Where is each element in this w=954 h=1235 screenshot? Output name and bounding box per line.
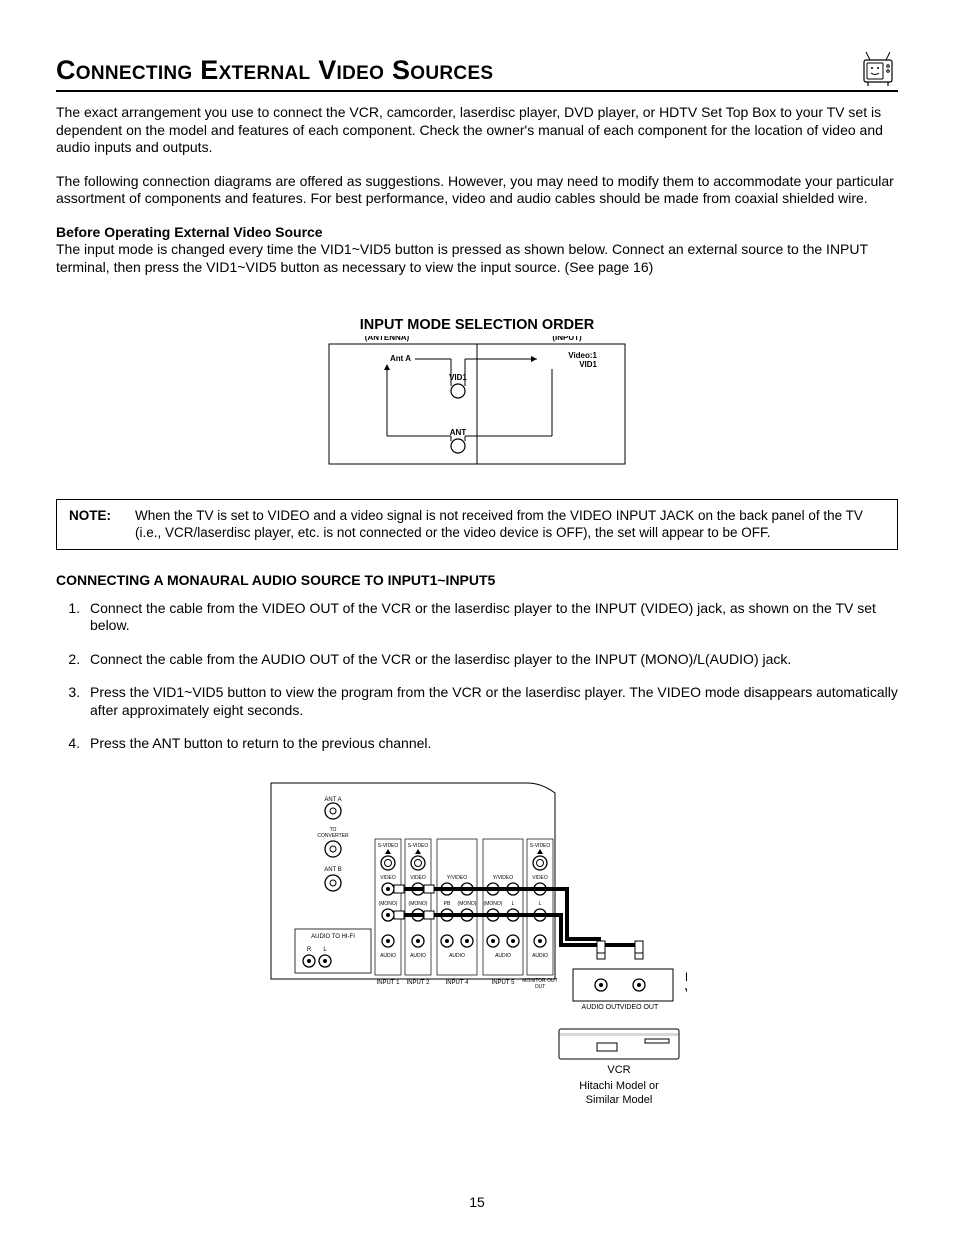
svg-text:Video:1: Video:1 [568, 351, 597, 360]
svg-text:(MONO): (MONO) [379, 901, 398, 907]
svg-text:L: L [323, 947, 327, 953]
step-1: Connect the cable from the VIDEO OUT of … [84, 600, 898, 635]
svg-text:VIDEO OUT: VIDEO OUT [620, 1004, 659, 1011]
svg-text:Y/VIDEO: Y/VIDEO [447, 875, 467, 881]
svg-text:L: L [539, 901, 542, 907]
monaural-heading: CONNECTING A MONAURAL AUDIO SOURCE TO IN… [56, 572, 898, 590]
svg-text:(INPUT): (INPUT) [552, 336, 582, 342]
svg-text:AUDIO: AUDIO [410, 953, 426, 959]
svg-text:(MONO): (MONO) [409, 901, 428, 907]
intro-paragraph-2: The following connection diagrams are of… [56, 173, 898, 208]
step-3: Press the VID1~VID5 button to view the p… [84, 684, 898, 719]
svg-text:ANT A: ANT A [324, 797, 341, 803]
svg-text:INPUT 5: INPUT 5 [492, 980, 516, 986]
svg-text:R: R [307, 947, 312, 953]
note-label: NOTE: [69, 508, 135, 542]
before-operating-heading: Before Operating External Video Source [56, 224, 898, 242]
svg-text:OUT: OUT [535, 984, 546, 990]
note-box: NOTE: When the TV is set to VIDEO and a … [56, 499, 898, 551]
svg-text:S-VIDEO: S-VIDEO [408, 843, 429, 849]
svg-text:S-VIDEO: S-VIDEO [378, 843, 399, 849]
step-4: Press the ANT button to return to the pr… [84, 735, 898, 753]
before-operating-text: The input mode is changed every time the… [56, 241, 898, 276]
svg-text:INPUT 2: INPUT 2 [407, 980, 431, 986]
svg-text:VIDEO: VIDEO [410, 875, 426, 881]
note-text: When the TV is set to VIDEO and a video … [135, 508, 885, 542]
svg-text:PB: PB [444, 901, 451, 907]
svg-text:AUDIO: AUDIO [495, 953, 511, 959]
svg-text:INPUT 1: INPUT 1 [377, 980, 401, 986]
tv-character-icon [858, 48, 898, 88]
svg-text:VCR: VCR [685, 985, 687, 1000]
step-2: Connect the cable from the AUDIO OUT of … [84, 651, 898, 669]
svg-text:CONVERTER: CONVERTER [317, 833, 349, 839]
svg-text:Y/VIDEO: Y/VIDEO [493, 875, 513, 881]
svg-text:(MONO): (MONO) [484, 901, 503, 907]
svg-text:Ant A: Ant A [390, 354, 411, 363]
svg-text:AUDIO: AUDIO [380, 953, 396, 959]
svg-text:VID1: VID1 [579, 360, 597, 369]
svg-text:(ANTENNA): (ANTENNA) [365, 336, 410, 342]
svg-text:AUDIO: AUDIO [532, 953, 548, 959]
svg-text:VCR: VCR [607, 1064, 630, 1076]
svg-text:Hitachi Model or: Hitachi Model or [579, 1080, 659, 1092]
svg-text:(MONO): (MONO) [458, 901, 477, 907]
svg-text:INPUT 4: INPUT 4 [446, 980, 470, 986]
page-number: 15 [0, 1194, 954, 1212]
svg-text:AUDIO OUT: AUDIO OUT [582, 1004, 622, 1011]
page-title: Connecting External Video Sources [56, 54, 493, 88]
svg-text:Similar Model: Similar Model [586, 1094, 653, 1106]
svg-text:L: L [512, 901, 515, 907]
svg-text:Back of: Back of [685, 970, 687, 984]
input-mode-diagram: (ANTENNA) (INPUT) Ant A Video:1 VID1 VID… [327, 336, 627, 471]
svg-text:S-VIDEO: S-VIDEO [530, 843, 551, 849]
svg-text:VIDEO: VIDEO [380, 875, 396, 881]
intro-paragraph-1: The exact arrangement you use to connect… [56, 104, 898, 157]
svg-text:ANT B: ANT B [324, 867, 342, 873]
input-mode-diagram-title: INPUT MODE SELECTION ORDER [56, 316, 898, 334]
svg-text:VIDEO: VIDEO [532, 875, 548, 881]
svg-text:AUDIO TO HI-FI: AUDIO TO HI-FI [311, 934, 355, 940]
wiring-diagram: ANT A TO CONVERTER ANT B AUDIO TO HI-FI … [56, 779, 898, 1139]
svg-text:AUDIO: AUDIO [449, 953, 465, 959]
svg-text:ANT: ANT [450, 428, 467, 437]
monaural-steps: Connect the cable from the VIDEO OUT of … [56, 600, 898, 753]
